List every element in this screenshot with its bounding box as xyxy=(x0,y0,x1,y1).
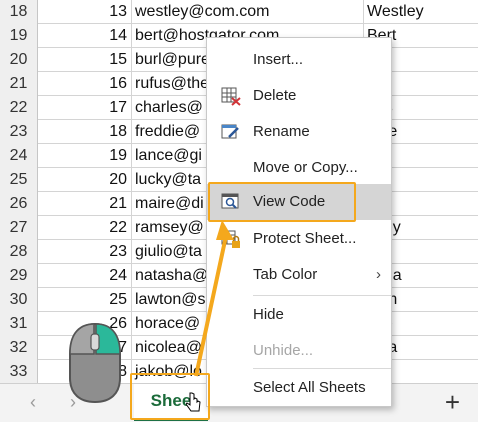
mouse-icon xyxy=(69,322,121,404)
cursor-hand-icon xyxy=(186,392,201,412)
